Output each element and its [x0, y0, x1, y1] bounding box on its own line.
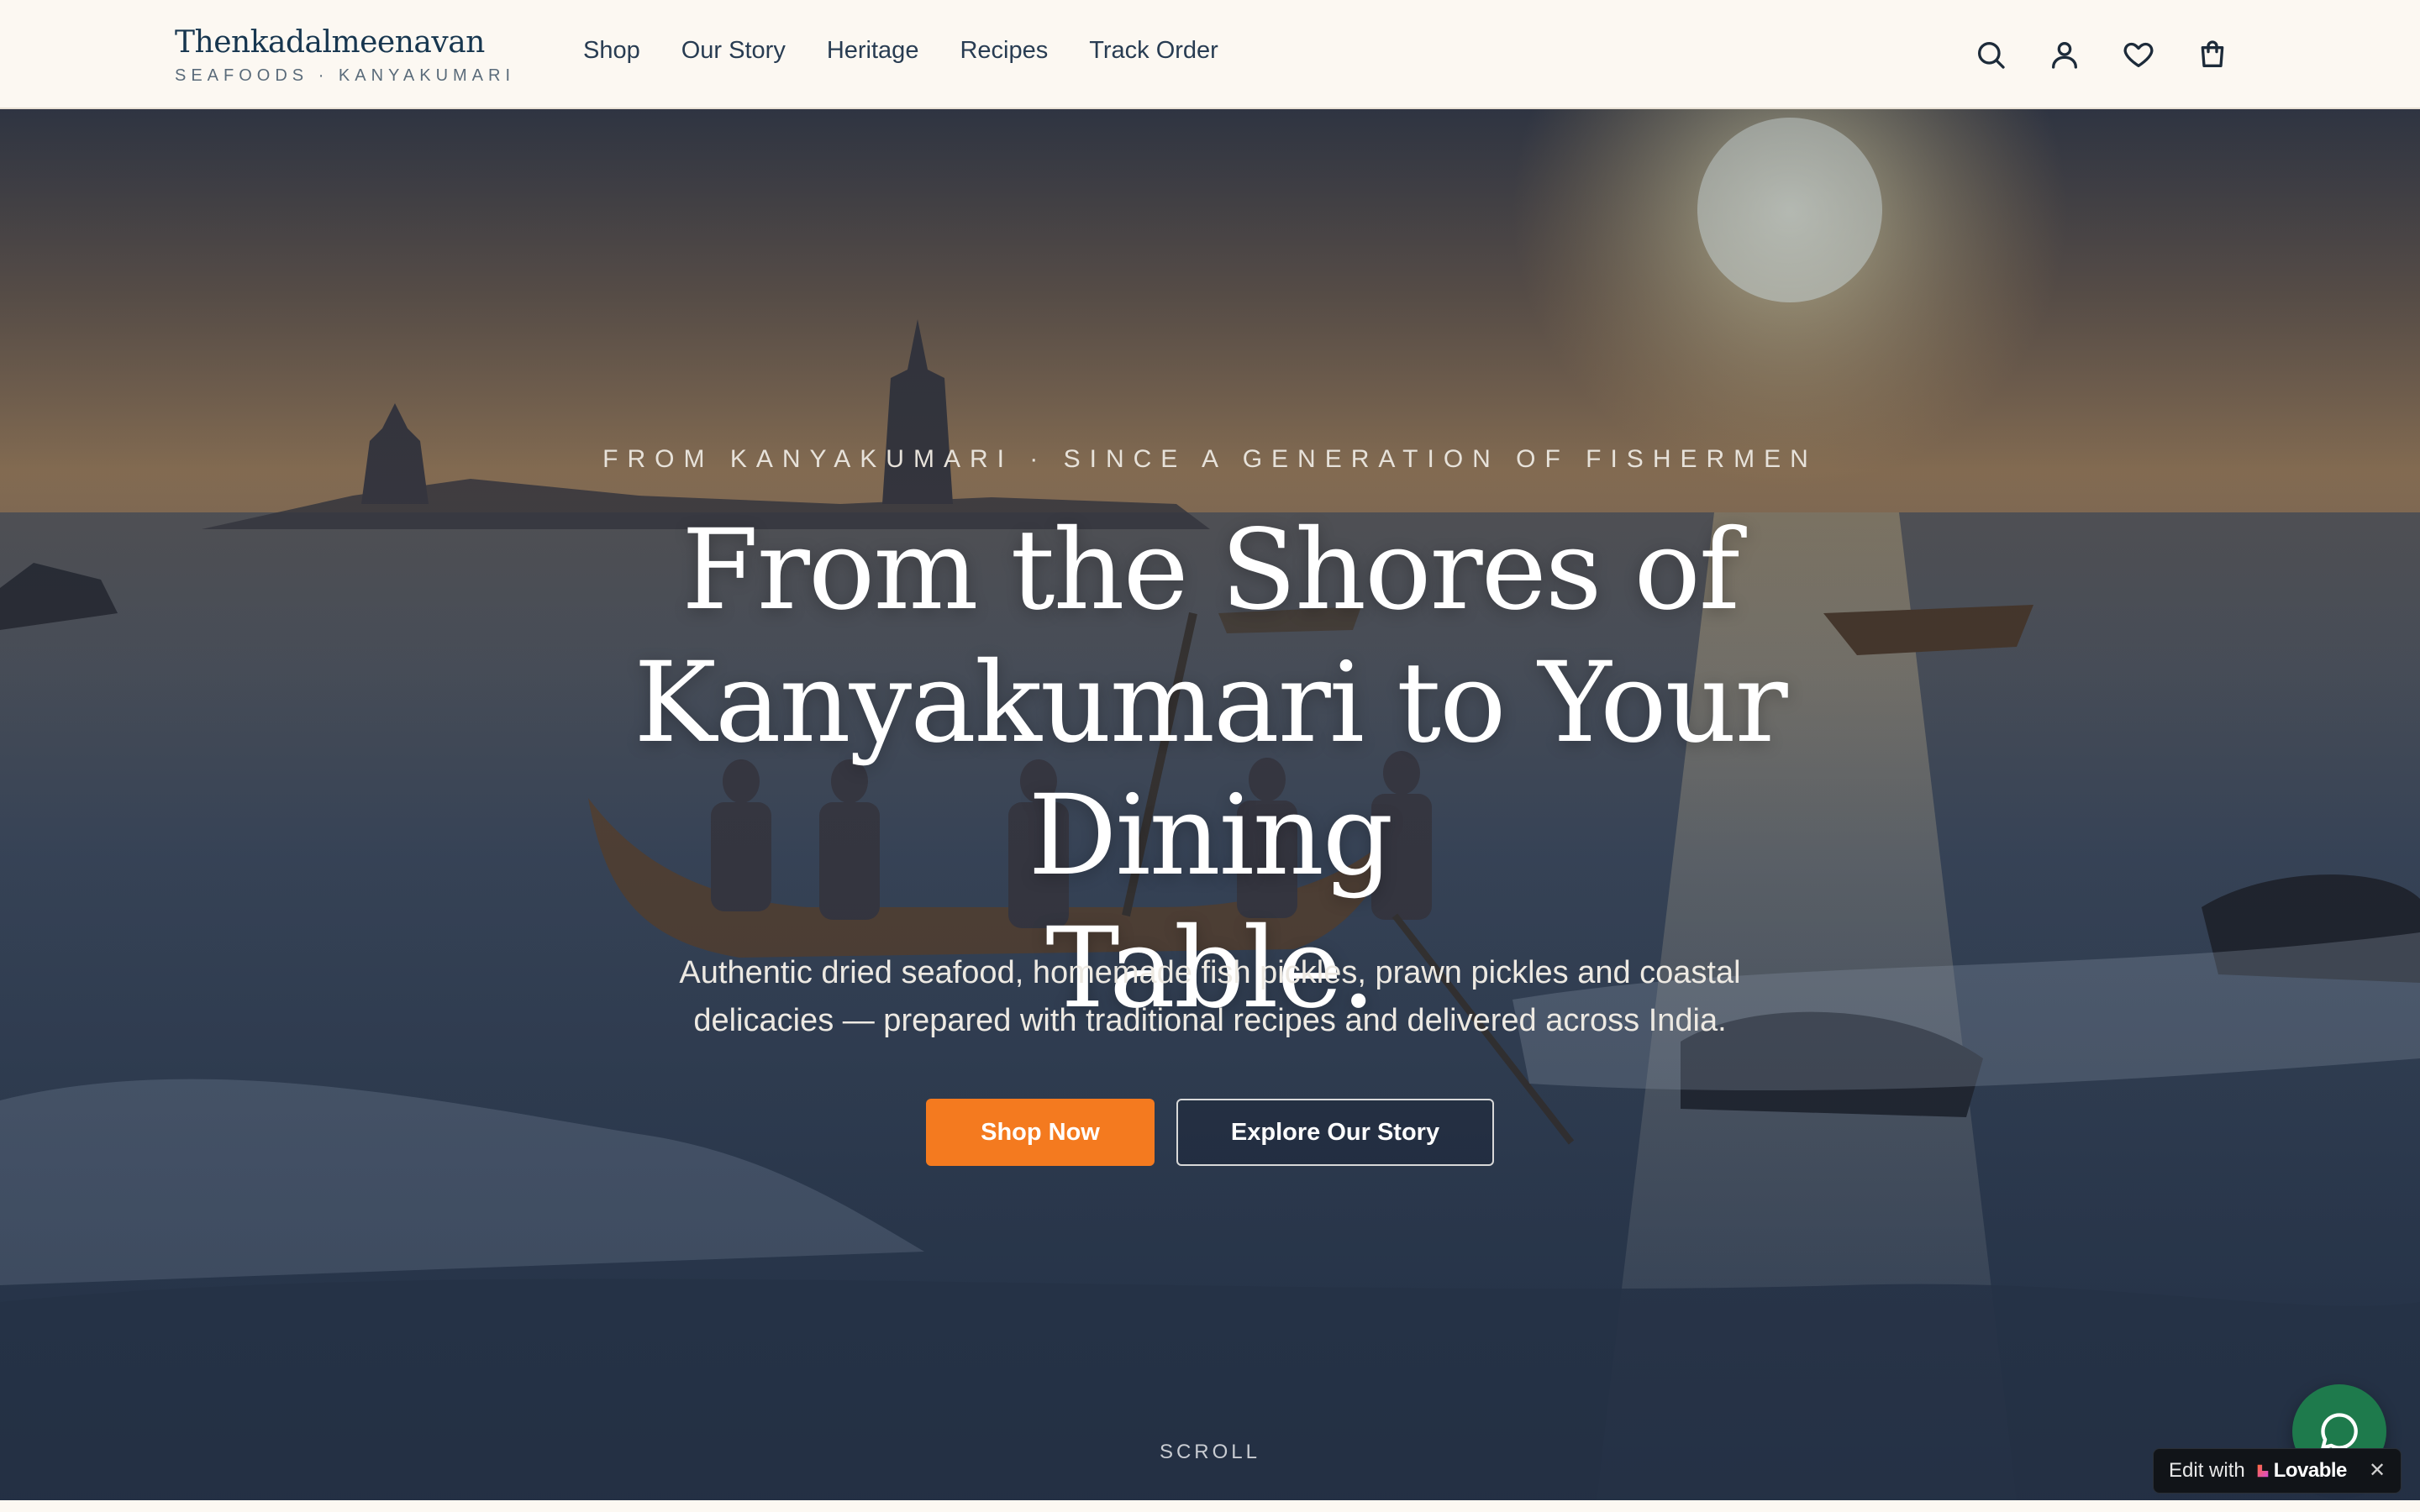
- hero-cta-row: Shop Now Explore Our Story: [0, 1099, 2420, 1166]
- wishlist-heart-icon[interactable]: [2121, 37, 2156, 72]
- hero-section: FROM KANYAKUMARI · SINCE A GENERATION OF…: [0, 109, 2420, 1500]
- page-bottom-strip: [0, 1500, 2420, 1512]
- hero-description-line: delicacies — prepared with traditional r…: [693, 1003, 1727, 1038]
- search-icon[interactable]: [1973, 37, 2008, 72]
- nav-link-track-order[interactable]: Track Order: [1089, 37, 1218, 65]
- account-icon[interactable]: [2047, 37, 2082, 72]
- nav-link-our-story[interactable]: Our Story: [681, 37, 786, 65]
- close-icon[interactable]: ✕: [2367, 1461, 2387, 1481]
- shopping-bag-icon[interactable]: [2195, 37, 2230, 72]
- explore-story-button[interactable]: Explore Our Story: [1176, 1099, 1494, 1166]
- brand-tagline: SEAFOODS · KANYAKUMARI: [175, 66, 516, 85]
- hero-headline-line: From the Shores of: [681, 506, 1740, 635]
- hero-headline-line: Kanyakumari to Your Dining: [634, 638, 1787, 900]
- main-nav: Shop Our Story Heritage Recipes Track Or…: [583, 37, 1260, 65]
- nav-link-shop[interactable]: Shop: [583, 37, 640, 65]
- shop-now-button[interactable]: Shop Now: [926, 1099, 1155, 1166]
- lovable-logo-icon: [2257, 1464, 2269, 1478]
- hero-description-line: Authentic dried seafood, homemade fish p…: [679, 955, 1741, 990]
- scroll-indicator[interactable]: SCROLL: [0, 1441, 2420, 1464]
- brand-logo[interactable]: Thenkadalmeenavan SEAFOODS · KANYAKUMARI: [175, 25, 515, 86]
- edit-with-lovable-badge[interactable]: Edit with Lovable ✕: [2153, 1448, 2402, 1494]
- brand-name: Thenkadalmeenavan: [175, 25, 485, 60]
- nav-link-heritage[interactable]: Heritage: [827, 37, 919, 65]
- nav-link-recipes[interactable]: Recipes: [960, 37, 1048, 65]
- hero-eyebrow: FROM KANYAKUMARI · SINCE A GENERATION OF…: [602, 445, 1818, 473]
- badge-prefix: Edit with: [2169, 1459, 2245, 1482]
- site-header: Thenkadalmeenavan SEAFOODS · KANYAKUMARI…: [0, 0, 2420, 109]
- badge-brand: Lovable: [2273, 1459, 2348, 1482]
- header-actions: [1973, 37, 2269, 72]
- hero-description: Authentic dried seafood, homemade fish p…: [639, 949, 1781, 1045]
